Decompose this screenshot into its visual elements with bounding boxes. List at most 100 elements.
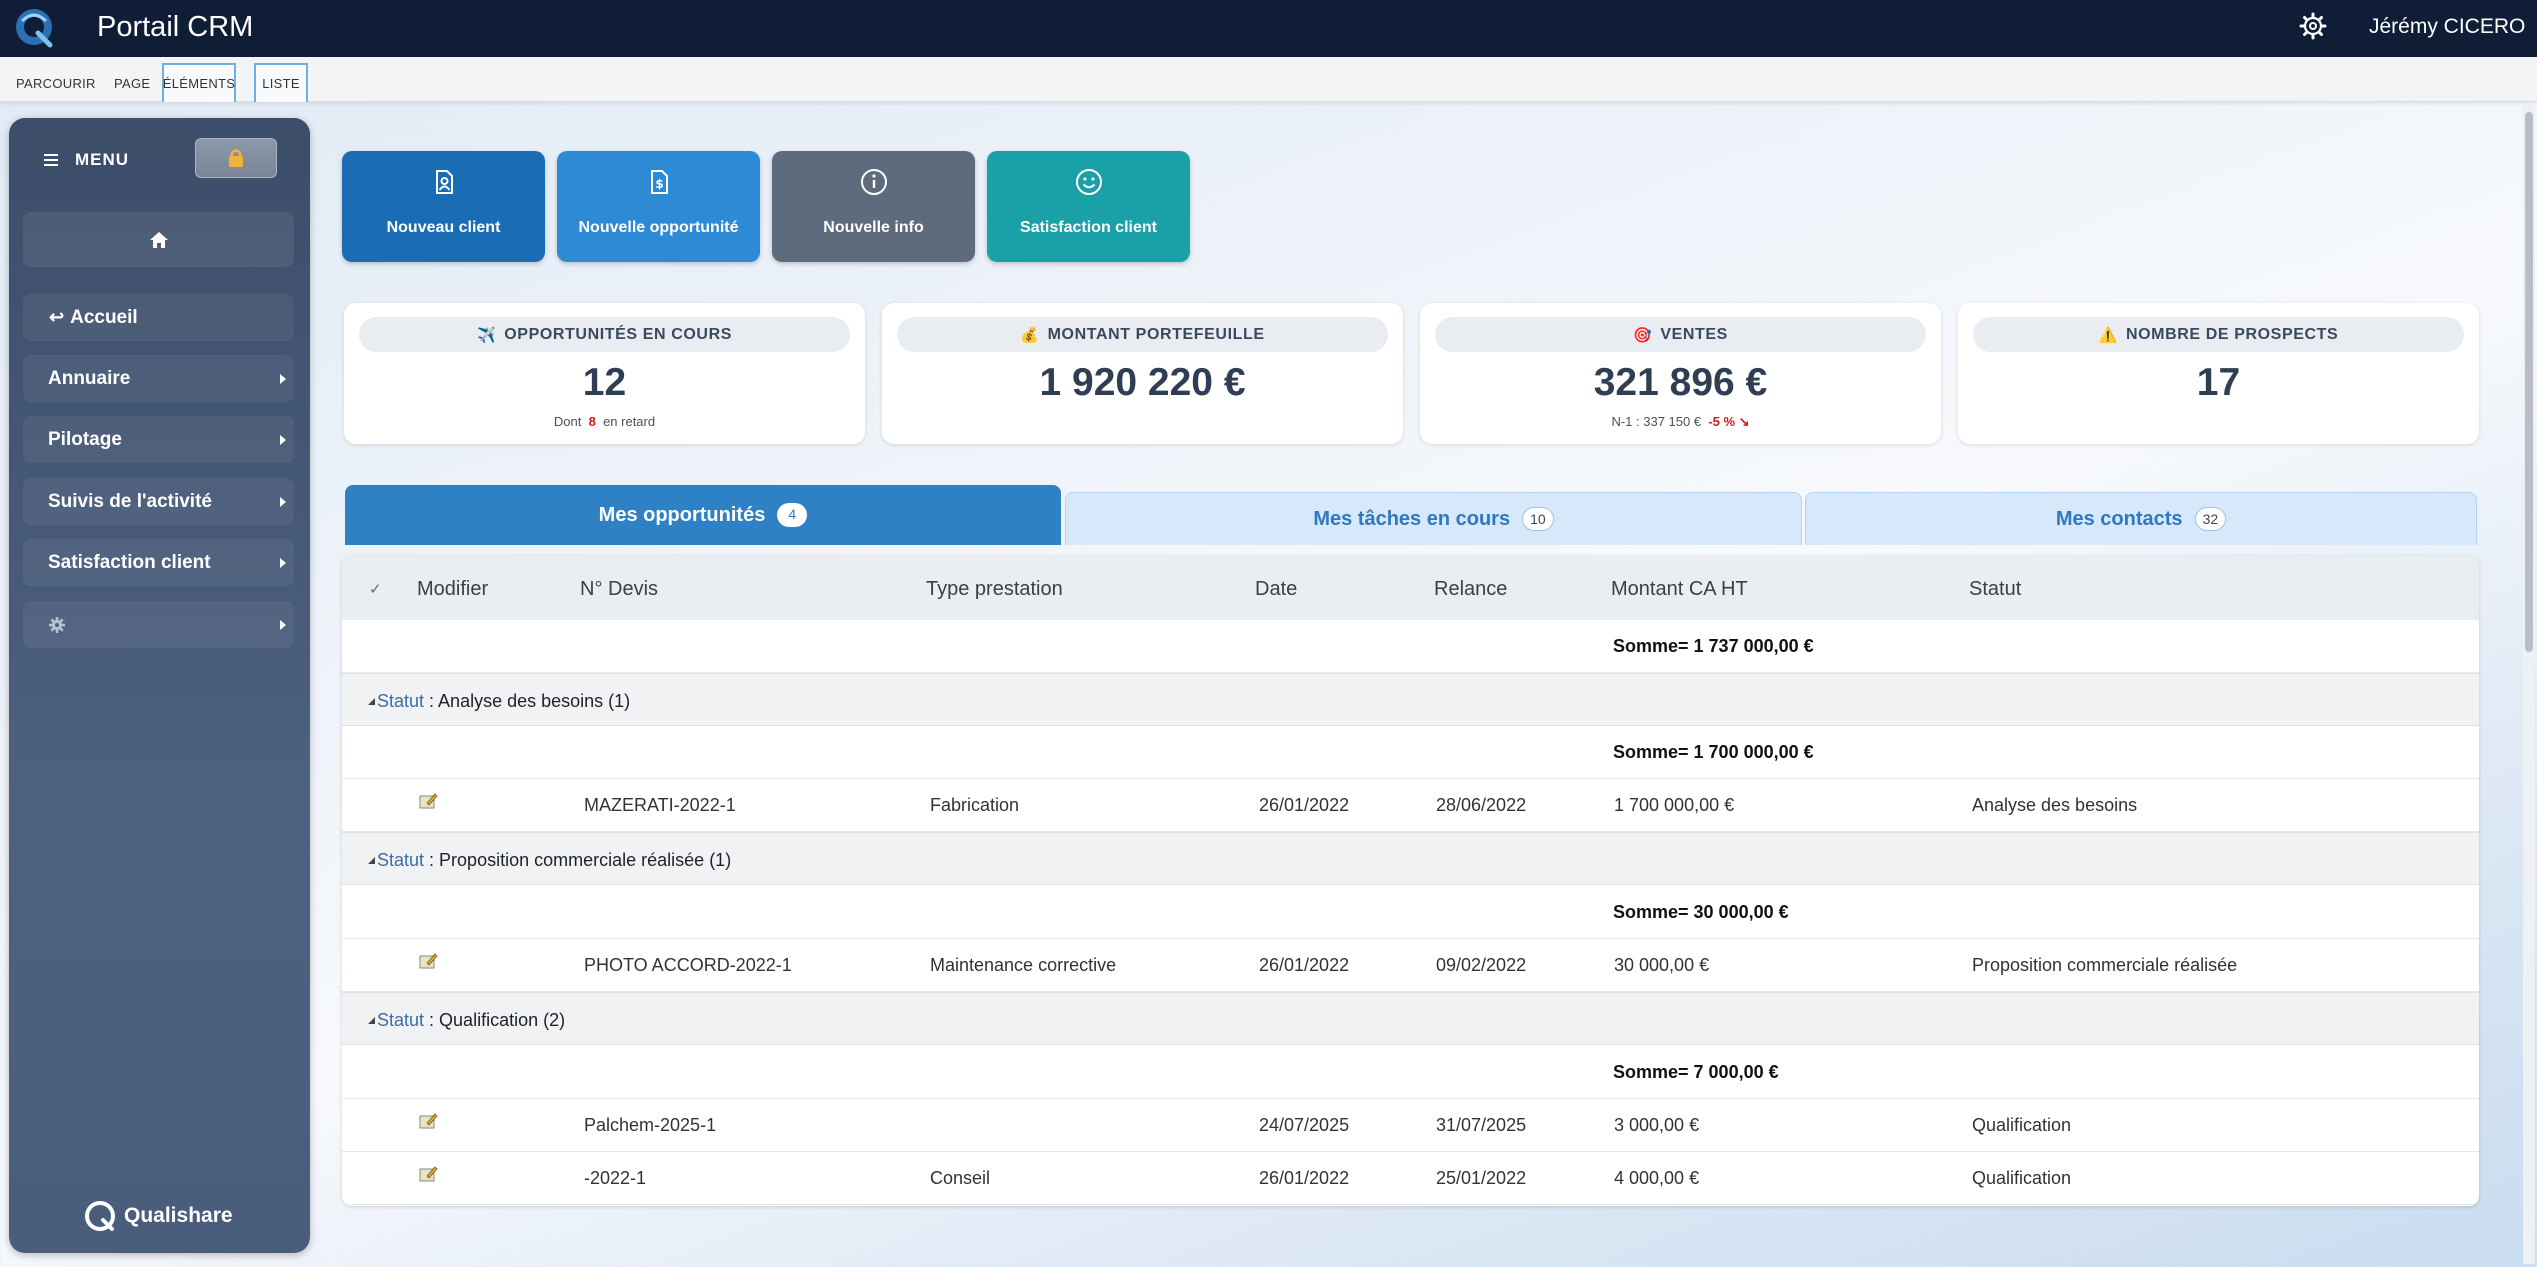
sidebar-item-satisfaction[interactable]: Satisfaction client bbox=[23, 539, 294, 586]
edit-pencil-icon[interactable] bbox=[418, 1111, 438, 1131]
page-scrollbar-thumb[interactable] bbox=[2525, 112, 2533, 652]
sidebar-item-pilotage[interactable]: Pilotage bbox=[23, 416, 294, 463]
tab-mes-opportunites[interactable]: Mes opportunités 4 bbox=[345, 485, 1061, 545]
sidebar-item-annuaire[interactable]: Annuaire bbox=[23, 355, 294, 402]
group-row[interactable]: Statut : Qualification (2) bbox=[342, 992, 2479, 1045]
kpi-header: 💰 MONTANT PORTEFEUILLE bbox=[897, 317, 1388, 352]
cell-devis[interactable]: PHOTO ACCORD-2022-1 bbox=[584, 955, 792, 976]
column-header-date[interactable]: Date bbox=[1255, 578, 1297, 601]
select-all-checkmark[interactable]: ✓ bbox=[369, 580, 382, 598]
return-arrow-icon: ↩ bbox=[49, 307, 65, 327]
cell-statut: Proposition commerciale réalisée bbox=[1972, 955, 2238, 975]
footer-brand: Qualishare bbox=[124, 1204, 233, 1227]
table-row[interactable]: PHOTO ACCORD-2022-1 Maintenance correcti… bbox=[342, 939, 2479, 992]
tile-satisfaction-client[interactable]: Satisfaction client bbox=[987, 151, 1190, 262]
chevron-right-icon bbox=[280, 374, 286, 384]
user-name[interactable]: Jérémy CICERO bbox=[2369, 15, 2525, 39]
ribbon-tab-liste[interactable]: LISTE bbox=[254, 63, 308, 102]
cell-statut: Qualification bbox=[1972, 1168, 2072, 1188]
group-sum: Somme= 7 000,00 € bbox=[1613, 1062, 1779, 1082]
chevron-right-icon bbox=[280, 435, 286, 445]
kpi-prospects[interactable]: ⚠️ NOMBRE DE PROSPECTS 17 bbox=[1958, 303, 2479, 444]
kpi-ventes[interactable]: 🎯 VENTES 321 896 € N-1 : 337 150 € -5 % … bbox=[1420, 303, 1941, 444]
group-sum: Somme= 1 700 000,00 € bbox=[1613, 742, 1814, 762]
hamburger-icon bbox=[44, 154, 58, 166]
qualishare-logo-icon bbox=[85, 1201, 115, 1231]
kpi-sub-suffix: en retard bbox=[603, 414, 656, 429]
group-count: (1) bbox=[608, 691, 631, 711]
tile-nouvelle-info[interactable]: Nouvelle info bbox=[772, 151, 975, 262]
cell-date: 26/01/2022 bbox=[1259, 795, 1350, 815]
home-icon bbox=[149, 231, 168, 248]
collapse-triangle-icon[interactable] bbox=[368, 1017, 375, 1024]
tile-nouveau-client[interactable]: Nouveau client bbox=[342, 151, 545, 262]
tab-label: Mes opportunités bbox=[598, 503, 766, 526]
cell-relance: 31/07/2025 bbox=[1436, 1115, 1527, 1135]
cell-relance: 28/06/2022 bbox=[1436, 795, 1527, 815]
column-header-relance[interactable]: Relance bbox=[1434, 578, 1507, 601]
edit-pencil-icon[interactable] bbox=[418, 1164, 438, 1184]
column-header-devis[interactable]: N° Devis bbox=[580, 578, 658, 601]
group-row[interactable]: Statut : Analyse des besoins (1) bbox=[342, 673, 2479, 726]
cell-devis[interactable]: Palchem-2025-1 bbox=[584, 1115, 716, 1136]
sidebar-item-accueil[interactable]: ↩ Accueil bbox=[23, 294, 294, 341]
cell-devis[interactable]: MAZERATI-2022-1 bbox=[584, 795, 736, 816]
tab-mes-taches[interactable]: Mes tâches en cours 10 bbox=[1065, 492, 1802, 545]
kpi-late-count: 8 bbox=[588, 414, 596, 429]
menu-toggle[interactable]: MENU bbox=[44, 150, 129, 170]
edit-pencil-icon[interactable] bbox=[418, 791, 438, 811]
crm-logo-icon[interactable] bbox=[12, 5, 56, 49]
column-header-type[interactable]: Type prestation bbox=[926, 578, 1063, 601]
sum-row: Somme= 30 000,00 € bbox=[342, 886, 2479, 939]
cell-relance: 25/01/2022 bbox=[1436, 1168, 1527, 1188]
ribbon-tab-elements[interactable]: ÉLÉMENTS bbox=[162, 63, 236, 102]
qualishare-logo: Qualishare bbox=[84, 1200, 233, 1232]
sidebar-item-label: Accueil bbox=[70, 306, 138, 328]
cell-montant: 30 000,00 € bbox=[1614, 955, 1710, 975]
sidebar-item-settings[interactable] bbox=[23, 601, 294, 648]
column-header-modifier[interactable]: Modifier bbox=[417, 578, 488, 601]
kpi-title: OPPORTUNITÉS EN COURS bbox=[504, 325, 732, 343]
cell-devis[interactable]: -2022-1 bbox=[584, 1168, 646, 1189]
kpi-opportunites[interactable]: ✈️ OPPORTUNITÉS EN COURS 12 Dont 8 en re… bbox=[344, 303, 865, 444]
tab-label: Mes contacts bbox=[2055, 507, 2183, 530]
ribbon-tab-parcourir[interactable]: PARCOURIR bbox=[10, 65, 102, 102]
ribbon-tab-page[interactable]: PAGE bbox=[108, 65, 156, 102]
column-header-statut[interactable]: Statut bbox=[1969, 578, 2021, 601]
sidebar-item-suivis[interactable]: Suivis de l'activité bbox=[23, 478, 294, 525]
collapse-triangle-icon[interactable] bbox=[368, 698, 375, 705]
app-title[interactable]: Portail CRM bbox=[97, 11, 253, 44]
cell-montant: 4 000,00 € bbox=[1614, 1168, 1700, 1188]
kpi-trend: -5 % ↘ bbox=[1708, 414, 1750, 429]
airplane-icon: ✈️ bbox=[476, 326, 497, 344]
sidebar: MENU ↩ Accueil Annuaire Pilotage Suivis … bbox=[9, 118, 310, 1253]
edit-pencil-icon[interactable] bbox=[418, 951, 438, 971]
group-key: Statut bbox=[377, 1010, 425, 1030]
collapse-triangle-icon[interactable] bbox=[368, 857, 375, 864]
table-row[interactable]: Palchem-2025-1 24/07/2025 31/07/2025 3 0… bbox=[342, 1099, 2479, 1152]
group-row[interactable]: Statut : Proposition commerciale réalisé… bbox=[342, 832, 2479, 885]
sidebar-item-label: Satisfaction client bbox=[48, 551, 211, 573]
sidebar-item-label: Annuaire bbox=[48, 367, 131, 389]
menu-label: MENU bbox=[75, 150, 130, 169]
group-name: Proposition commerciale réalisée bbox=[439, 850, 705, 870]
kpi-montant-portefeuille[interactable]: 💰 MONTANT PORTEFEUILLE 1 920 220 € bbox=[882, 303, 1403, 444]
settings-gear-icon[interactable] bbox=[2298, 11, 2328, 41]
tab-count-badge: 32 bbox=[2194, 507, 2227, 531]
target-icon: 🎯 bbox=[1633, 326, 1653, 344]
cell-date: 26/01/2022 bbox=[1259, 1168, 1350, 1188]
chevron-right-icon bbox=[280, 497, 286, 507]
group-key: Statut bbox=[377, 850, 425, 870]
kpi-value: 12 bbox=[582, 361, 627, 404]
tile-nouvelle-opportunite[interactable]: $ Nouvelle opportunité bbox=[557, 151, 760, 262]
kpi-header: 🎯 VENTES bbox=[1435, 317, 1926, 352]
column-header-montant[interactable]: Montant CA HT bbox=[1611, 578, 1748, 601]
tile-label: Nouveau client bbox=[386, 219, 501, 236]
home-button[interactable] bbox=[23, 212, 294, 267]
table-row[interactable]: MAZERATI-2022-1 Fabrication 26/01/2022 2… bbox=[342, 779, 2479, 832]
tab-count-badge: 10 bbox=[1522, 507, 1554, 531]
table-row[interactable]: -2022-1 Conseil 26/01/2022 25/01/2022 4 … bbox=[342, 1152, 2479, 1205]
tab-mes-contacts[interactable]: Mes contacts 32 bbox=[1805, 492, 2477, 545]
page-scrollbar[interactable] bbox=[2523, 104, 2535, 1264]
lock-button[interactable] bbox=[195, 138, 277, 178]
